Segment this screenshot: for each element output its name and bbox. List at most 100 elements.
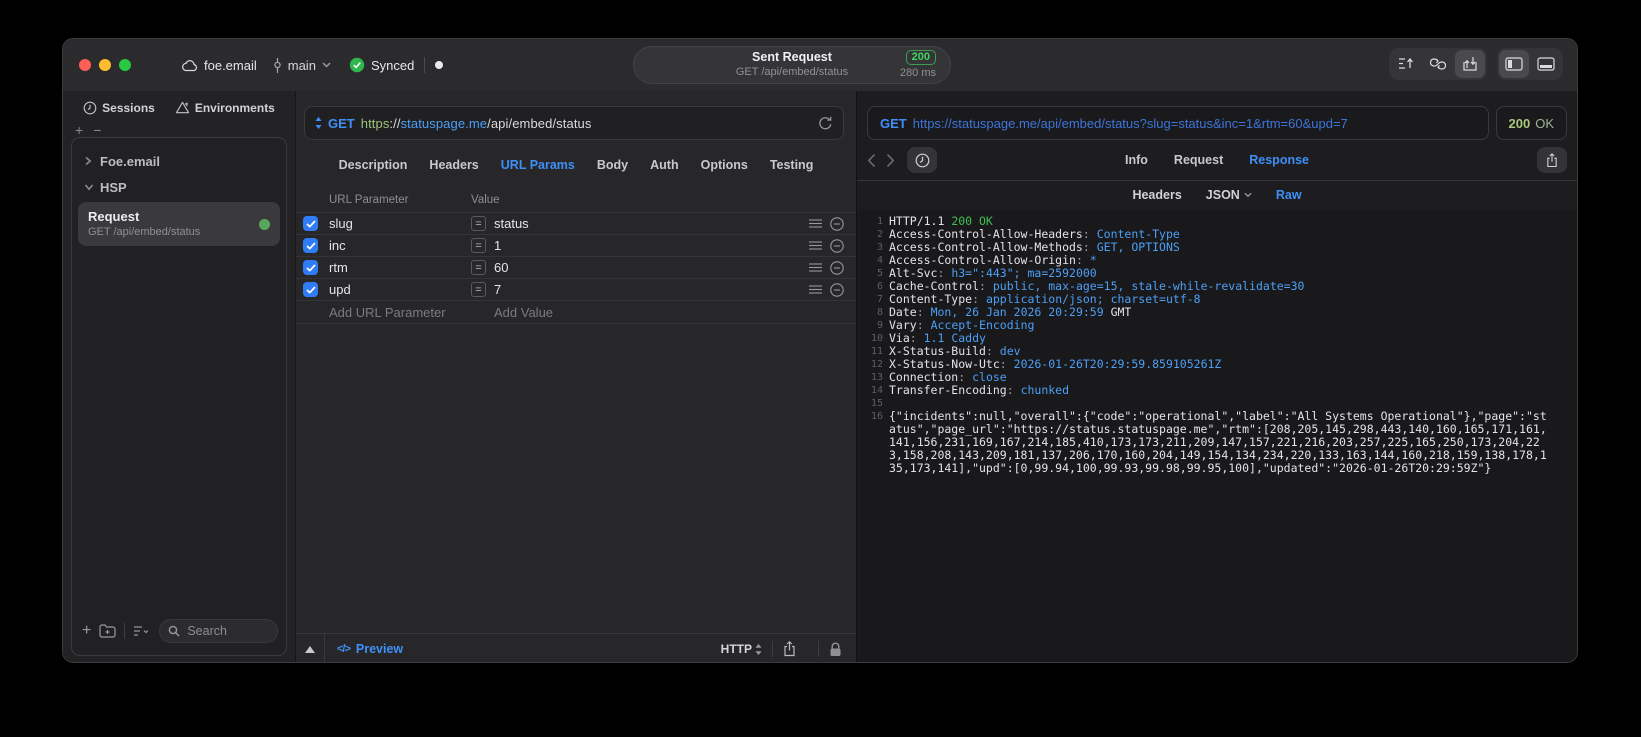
param-name[interactable]: slug (329, 216, 471, 231)
code-segment: Alt-Svc (889, 266, 938, 280)
equals-icon: = (471, 282, 486, 297)
param-checkbox[interactable] (303, 260, 318, 275)
reorder-handle-icon[interactable] (809, 241, 822, 250)
tree-group-foe.email[interactable]: Foe.email (78, 148, 280, 174)
collapse-panel-button[interactable] (296, 634, 325, 662)
toggle-sidebar-button[interactable] (1499, 50, 1529, 78)
response-body[interactable]: 1 HTTP/1.1 200 OK 2 Access-Control-Allow-He… (857, 209, 1577, 662)
param-checkbox[interactable] (303, 238, 318, 253)
sidebar-search[interactable] (159, 619, 278, 643)
param-value-cell[interactable]: = 7 (471, 282, 809, 297)
param-checkbox[interactable] (303, 216, 318, 231)
remove-param-icon[interactable] (830, 260, 844, 275)
tab-options[interactable]: Options (701, 158, 748, 172)
param-name[interactable]: inc (329, 238, 471, 253)
code-segment: : (937, 266, 952, 280)
param-value[interactable]: status (494, 216, 529, 231)
remove-param-icon[interactable] (830, 216, 844, 231)
response-tab-request[interactable]: Request (1174, 153, 1223, 167)
response-status-code: 200 (1508, 115, 1531, 131)
response-subtab-raw[interactable]: Raw (1276, 188, 1302, 202)
code-segment: {"incidents":null,"overall":{"code":"ope… (889, 409, 1547, 475)
reorder-handle-icon[interactable] (809, 285, 822, 294)
export-response-button[interactable] (1537, 147, 1567, 173)
response-status-text: OK (1535, 115, 1554, 131)
tree-request-item[interactable]: Request GET /api/embed/status (78, 202, 280, 246)
param-value-cell[interactable]: = 1 (471, 238, 809, 253)
code-segment: Access-Control-Allow-Methods (889, 240, 1083, 254)
protocol-selector[interactable]: HTTP (721, 642, 762, 656)
minimize-window-button[interactable] (99, 59, 111, 71)
code-segment: : (916, 305, 931, 319)
new-folder-icon[interactable] (99, 624, 116, 638)
close-window-button[interactable] (79, 59, 91, 71)
code-segment: : (1006, 383, 1021, 397)
response-subtab-json[interactable]: JSON (1206, 188, 1252, 202)
zoom-window-button[interactable] (119, 59, 131, 71)
response-tab-response[interactable]: Response (1249, 153, 1309, 167)
param-value[interactable]: 1 (494, 238, 501, 253)
params-table-header: URL Parameter Value (296, 188, 856, 213)
line-number: 1 (876, 216, 883, 227)
request-item-subtitle: GET /api/embed/status (88, 226, 201, 238)
tab-url-params[interactable]: URL Params (501, 158, 575, 172)
param-value-cell[interactable]: = status (471, 216, 809, 231)
project-switcher[interactable]: foe.email (181, 58, 257, 73)
tab-auth[interactable]: Auth (650, 158, 678, 172)
list-filter-icon[interactable] (133, 625, 151, 637)
sidebar-tab-sessions[interactable]: Sessions (83, 101, 155, 115)
reorder-handle-icon[interactable] (809, 219, 822, 228)
remove-param-icon[interactable] (830, 238, 844, 253)
sidebar-tab-environments[interactable]: Environments (175, 101, 275, 115)
add-param-row[interactable]: Add URL Parameter Add Value (296, 301, 856, 324)
param-value[interactable]: 60 (494, 260, 508, 275)
sent-request-url-box[interactable]: GET https://statuspage.me/api/embed/stat… (867, 106, 1489, 140)
param-checkbox[interactable] (303, 282, 318, 297)
traffic-lights (79, 59, 131, 71)
line-content: {"incidents":null,"overall":{"code":"ope… (889, 410, 1577, 475)
tab-testing[interactable]: Testing (770, 158, 814, 172)
code-segment: : (909, 331, 924, 345)
preview-toggle[interactable]: </> Preview (337, 642, 403, 656)
chevron-down-icon (84, 183, 94, 191)
remove-session-button[interactable]: − (93, 123, 101, 137)
reorder-handle-icon[interactable] (809, 263, 822, 272)
param-name[interactable]: rtm (329, 260, 471, 275)
param-name[interactable]: upd (329, 282, 471, 297)
sync-status[interactable]: Synced (349, 57, 414, 73)
import-export-button[interactable] (1455, 50, 1485, 78)
param-value-cell[interactable]: = 60 (471, 260, 809, 275)
remove-param-icon[interactable] (830, 282, 844, 297)
code-segment: : (1075, 253, 1090, 267)
code-segment: Mon, 26 Jan 2026 20:29:59 (930, 305, 1104, 319)
sort-requests-button[interactable] (1391, 50, 1421, 78)
param-value[interactable]: 7 (494, 282, 501, 297)
line-number: 16 (870, 411, 883, 422)
line-number: 3 (876, 242, 883, 253)
add-param-name-placeholder[interactable]: Add URL Parameter (329, 305, 471, 320)
branch-selector[interactable]: main (273, 57, 331, 73)
search-input[interactable] (185, 623, 260, 639)
subtab-label: Headers (1132, 188, 1182, 202)
url-bar[interactable]: GET https://statuspage.me/api/embed/stat… (304, 106, 844, 140)
response-status-box: 200 OK (1495, 106, 1567, 140)
request-summary-pill[interactable]: Sent Request 200 GET /api/embed/status 2… (633, 46, 951, 84)
add-param-value-placeholder[interactable]: Add Value (494, 305, 553, 320)
tab-headers[interactable]: Headers (429, 158, 478, 172)
titlebar-separator (424, 57, 426, 73)
code-segment: h3=":443"; ma=2592000 (951, 266, 1097, 280)
titlebar: foe.email main Synced Sent Request 200 G… (63, 39, 1577, 91)
sync-loop-button[interactable] (1423, 50, 1453, 78)
send-refresh-icon[interactable] (818, 116, 833, 131)
share-icon[interactable] (783, 641, 796, 657)
toggle-bottom-panel-button[interactable] (1531, 50, 1561, 78)
add-request-button[interactable]: + (82, 623, 91, 639)
method-stepper-icon[interactable] (315, 117, 322, 129)
response-subtab-headers[interactable]: Headers (1132, 188, 1181, 202)
tree-group-hsp[interactable]: HSP (78, 174, 280, 200)
line-number: 14 (870, 385, 883, 396)
tab-body[interactable]: Body (597, 158, 628, 172)
add-session-button[interactable]: + (75, 123, 83, 137)
response-tab-info[interactable]: Info (1125, 153, 1148, 167)
tab-description[interactable]: Description (339, 158, 408, 172)
